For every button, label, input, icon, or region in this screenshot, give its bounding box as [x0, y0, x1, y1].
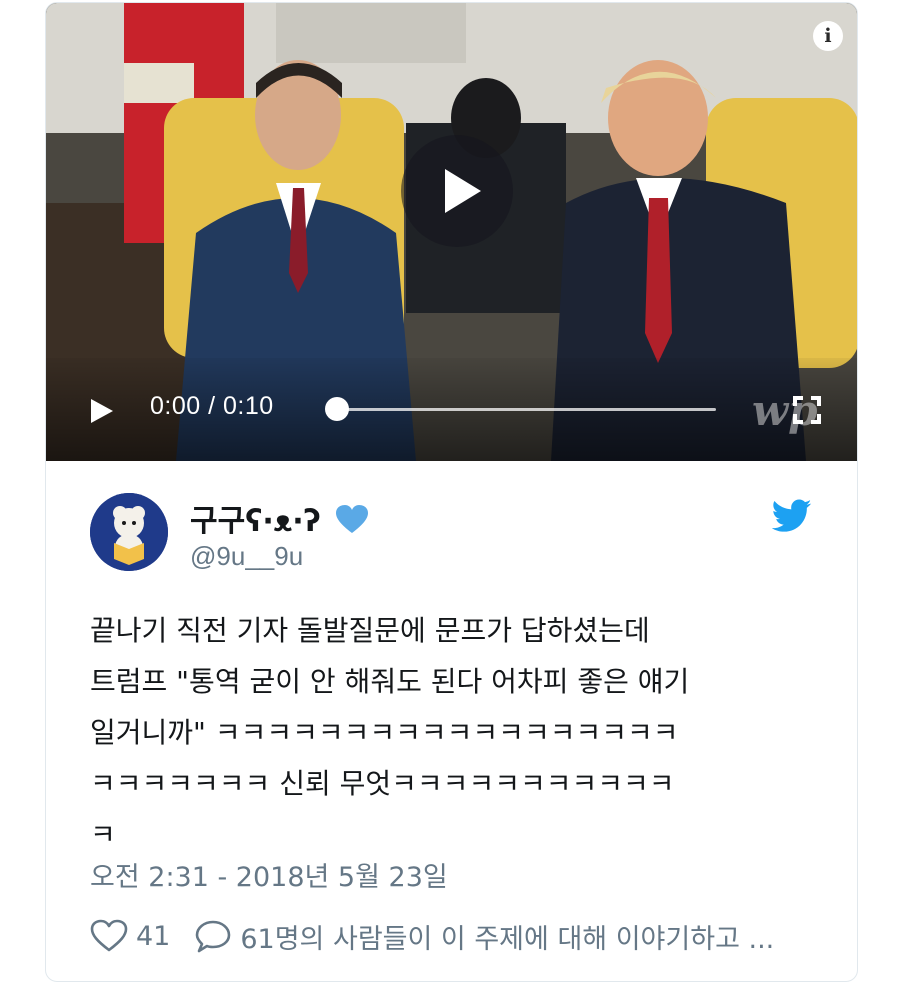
tweet-timestamp[interactable]: 오전 2:31 - 2018년 5월 23일 [90, 855, 448, 894]
play-icon [445, 169, 481, 213]
tweet-actions: 41 61명의 사람들이 이 주제에 대해 이야기하고 ... [90, 916, 774, 956]
heart-icon[interactable] [90, 919, 128, 953]
video-controls-bar: 0:00 / 0:10 wp [46, 358, 857, 461]
progress-track[interactable] [336, 408, 716, 411]
tweet-text: 끝나기 직전 기자 돌발질문에 문프가 답하셨는데 트럼프 "통역 굳이 안 해… [90, 614, 690, 851]
play-icon[interactable] [86, 396, 116, 426]
tweet-embed-card[interactable]: i 0:00 / 0:10 wp 구구ʕ·ᴥ·ʔ @9u__9u 끝나기 직전 … [45, 2, 858, 982]
avatar-image [90, 493, 168, 571]
video-time: 0:00 / 0:10 [150, 392, 274, 420]
avatar[interactable] [90, 493, 168, 571]
display-name[interactable]: 구구ʕ·ᴥ·ʔ [190, 496, 369, 540]
big-play-button[interactable] [401, 135, 513, 247]
comment-bubble-icon[interactable] [194, 919, 232, 953]
like-count[interactable]: 41 [136, 921, 170, 952]
user-handle[interactable]: @9u__9u [190, 541, 303, 572]
progress-thumb[interactable] [325, 397, 349, 421]
display-name-text: 구구ʕ·ᴥ·ʔ [190, 504, 321, 539]
blue-heart-icon [336, 505, 369, 533]
info-icon[interactable]: i [813, 21, 843, 51]
video-player[interactable]: i 0:00 / 0:10 wp [46, 3, 857, 461]
fullscreen-icon[interactable] [792, 395, 822, 425]
talking-about-link[interactable]: 61명의 사람들이 이 주제에 대해 이야기하고 ... [240, 917, 774, 956]
twitter-bird-icon[interactable] [772, 498, 812, 534]
